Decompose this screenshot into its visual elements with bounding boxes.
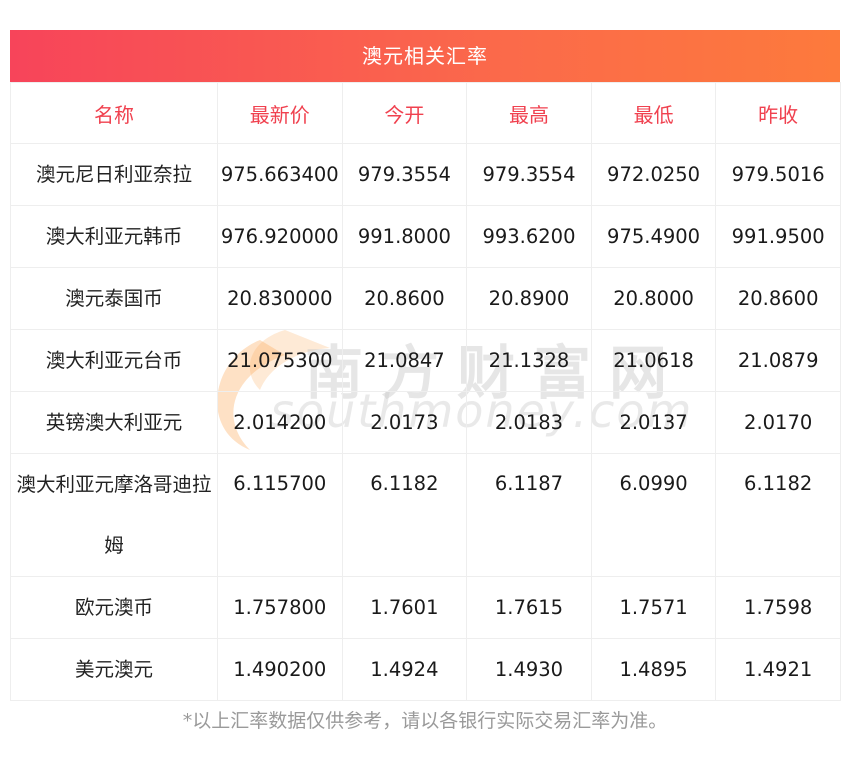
- cell-low: 1.7571: [590, 576, 717, 639]
- table-row: 欧元澳币 1.757800 1.7601 1.7615 1.7571 1.759…: [10, 576, 841, 639]
- cell-prev-close: 1.7598: [715, 576, 841, 639]
- cell-prev-close: 1.4921: [715, 638, 841, 701]
- row-name: 英镑澳大利亚元: [10, 391, 218, 454]
- cell-low: 20.8000: [590, 267, 717, 330]
- cell-high: 1.7615: [466, 576, 592, 639]
- cell-open: 1.4924: [341, 638, 468, 701]
- cell-open: 991.8000: [341, 205, 468, 268]
- table-row: 澳大利亚元摩洛哥迪拉姆 6.115700 6.1182 6.1187 6.099…: [10, 453, 841, 577]
- cell-open: 1.7601: [341, 576, 468, 639]
- row-name: 澳元尼日利亚奈拉: [10, 143, 218, 206]
- table-row: 澳元泰国币 20.830000 20.8600 20.8900 20.8000 …: [10, 267, 841, 330]
- table-title: 澳元相关汇率: [10, 30, 840, 82]
- cell-prev-close: 20.8600: [715, 267, 841, 330]
- cell-low: 6.0990: [590, 453, 717, 577]
- cell-high: 6.1187: [466, 453, 592, 577]
- table-header-row: 名称 最新价 今开 最高 最低 昨收: [10, 82, 841, 144]
- cell-low: 2.0137: [590, 391, 717, 454]
- cell-high: 20.8900: [466, 267, 592, 330]
- cell-latest: 21.075300: [217, 329, 343, 392]
- row-name: 欧元澳币: [10, 576, 218, 639]
- row-name: 美元澳元: [10, 638, 218, 701]
- cell-open: 21.0847: [341, 329, 468, 392]
- cell-high: 21.1328: [466, 329, 592, 392]
- cell-latest: 1.757800: [217, 576, 343, 639]
- cell-prev-close: 6.1182: [715, 453, 841, 577]
- header-high: 最高: [466, 82, 592, 144]
- cell-low: 972.0250: [590, 143, 717, 206]
- cell-prev-close: 991.9500: [715, 205, 841, 268]
- cell-prev-close: 21.0879: [715, 329, 841, 392]
- table-row: 澳元尼日利亚奈拉 975.663400 979.3554 979.3554 97…: [10, 143, 841, 206]
- row-name: 澳大利亚元台币: [10, 329, 218, 392]
- cell-latest: 1.490200: [217, 638, 343, 701]
- cell-open: 6.1182: [341, 453, 468, 577]
- cell-low: 21.0618: [590, 329, 717, 392]
- cell-low: 1.4895: [590, 638, 717, 701]
- cell-latest: 20.830000: [217, 267, 343, 330]
- cell-high: 993.6200: [466, 205, 592, 268]
- header-low: 最低: [590, 82, 717, 144]
- cell-open: 20.8600: [341, 267, 468, 330]
- cell-open: 979.3554: [341, 143, 468, 206]
- cell-low: 975.4900: [590, 205, 717, 268]
- table-row: 澳大利亚元台币 21.075300 21.0847 21.1328 21.061…: [10, 329, 841, 392]
- header-open: 今开: [341, 82, 468, 144]
- cell-prev-close: 979.5016: [715, 143, 841, 206]
- header-latest: 最新价: [217, 82, 343, 144]
- disclaimer-note: *以上汇率数据仅供参考，请以各银行实际交易汇率为准。: [182, 710, 668, 732]
- cell-high: 1.4930: [466, 638, 592, 701]
- table-row: 英镑澳大利亚元 2.014200 2.0173 2.0183 2.0137 2.…: [10, 391, 841, 454]
- header-prev-close: 昨收: [715, 82, 841, 144]
- cell-high: 979.3554: [466, 143, 592, 206]
- cell-latest: 6.115700: [217, 453, 343, 577]
- rate-table: 名称 最新价 今开 最高 最低 昨收 澳元尼日利亚奈拉 975.663400 9…: [10, 82, 841, 701]
- row-name: 澳大利亚元摩洛哥迪拉姆: [10, 453, 218, 577]
- cell-latest: 976.920000: [217, 205, 343, 268]
- rate-card: 澳元相关汇率 名称 最新价 今开 最高 最低 昨收 澳元尼日利亚奈拉 975.6…: [10, 30, 841, 701]
- table-row: 美元澳元 1.490200 1.4924 1.4930 1.4895 1.492…: [10, 638, 841, 701]
- row-name: 澳大利亚元韩币: [10, 205, 218, 268]
- header-name: 名称: [10, 82, 218, 144]
- cell-latest: 975.663400: [217, 143, 343, 206]
- cell-prev-close: 2.0170: [715, 391, 841, 454]
- cell-high: 2.0183: [466, 391, 592, 454]
- row-name: 澳元泰国币: [10, 267, 218, 330]
- table-row: 澳大利亚元韩币 976.920000 991.8000 993.6200 975…: [10, 205, 841, 268]
- cell-latest: 2.014200: [217, 391, 343, 454]
- cell-open: 2.0173: [341, 391, 468, 454]
